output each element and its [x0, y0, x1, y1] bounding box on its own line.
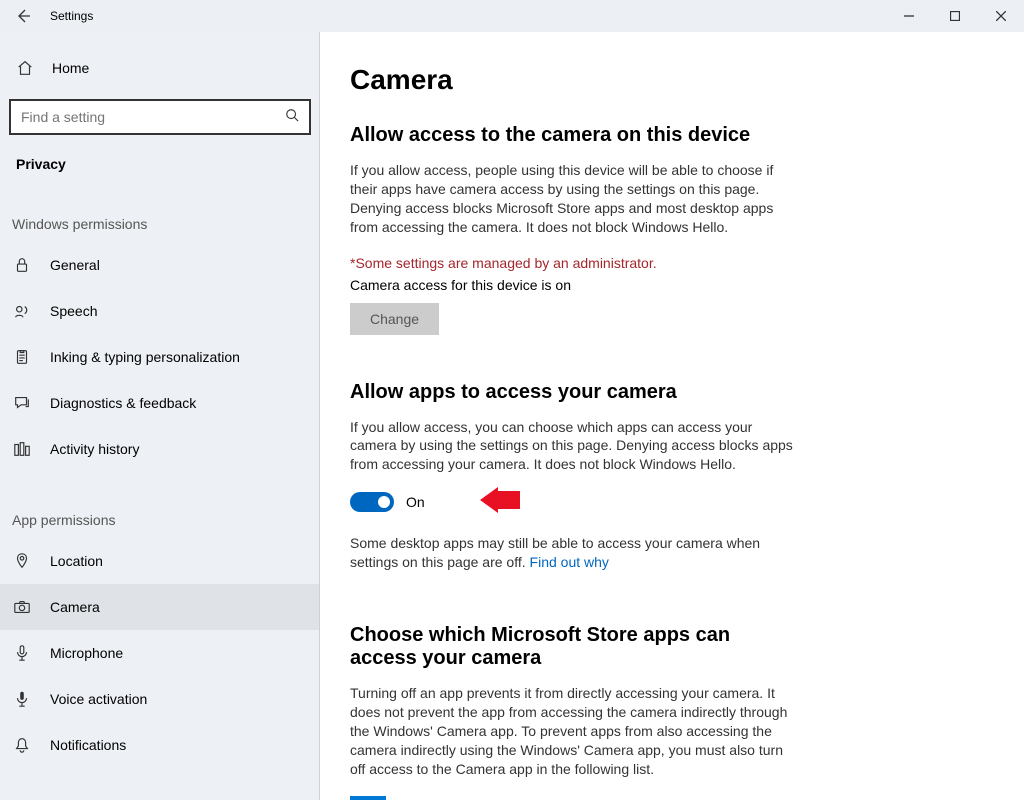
nav-speech[interactable]: Speech: [0, 288, 320, 334]
group-windows-permissions: Windows permissions: [0, 176, 320, 242]
maximize-button[interactable]: [932, 0, 978, 32]
speech-icon: [12, 301, 32, 321]
close-button[interactable]: [978, 0, 1024, 32]
history-icon: [12, 439, 32, 459]
section-store-apps-desc: Turning off an app prevents it from dire…: [350, 684, 800, 778]
nav-inking[interactable]: Inking & typing personalization: [0, 334, 320, 380]
microphone-icon: [12, 643, 32, 663]
search-input[interactable]: [21, 109, 271, 125]
voice-icon: [12, 689, 32, 709]
lock-icon: [12, 255, 32, 275]
camera-icon: [12, 597, 32, 617]
app-row-3d-viewer: 3D Viewer Off: [350, 796, 994, 800]
search-box[interactable]: [10, 100, 310, 134]
nav-label: Speech: [50, 303, 97, 319]
titlebar: Settings: [0, 0, 1024, 32]
window-title: Settings: [46, 9, 93, 23]
nav-diagnostics[interactable]: Diagnostics & feedback: [0, 380, 320, 426]
back-button[interactable]: [0, 0, 46, 32]
nav-label: General: [50, 257, 100, 273]
nav-label: Voice activation: [50, 691, 147, 707]
device-status: Camera access for this device is on: [350, 277, 994, 293]
clipboard-icon: [12, 347, 32, 367]
nav-label: Location: [50, 553, 103, 569]
section-store-apps-title: Choose which Microsoft Store apps can ac…: [350, 624, 780, 670]
desktop-apps-note: Some desktop apps may still be able to a…: [350, 534, 800, 572]
minimize-button[interactable]: [886, 0, 932, 32]
content: Camera Allow access to the camera on thi…: [320, 32, 1024, 800]
nav-location[interactable]: Location: [0, 538, 320, 584]
nav-label: Camera: [50, 599, 100, 615]
feedback-icon: [12, 393, 32, 413]
nav-home[interactable]: Home: [0, 46, 320, 90]
nav-label: Microphone: [50, 645, 123, 661]
nav-notifications[interactable]: Notifications: [0, 722, 320, 768]
nav-label: Notifications: [50, 737, 126, 753]
location-icon: [12, 551, 32, 571]
section-apps-access-desc: If you allow access, you can choose whic…: [350, 418, 800, 475]
arrow-annotation-icon: [480, 487, 520, 518]
nav-activity[interactable]: Activity history: [0, 426, 320, 472]
app-icon-3d-viewer: [350, 796, 386, 800]
nav-label: Activity history: [50, 441, 139, 457]
group-app-permissions: App permissions: [0, 472, 320, 538]
find-out-why-link[interactable]: Find out why: [530, 554, 609, 570]
change-button[interactable]: Change: [350, 303, 439, 335]
nav-label: Diagnostics & feedback: [50, 395, 196, 411]
nav-home-label: Home: [52, 60, 89, 76]
nav-general[interactable]: General: [0, 242, 320, 288]
section-apps-access-title: Allow apps to access your camera: [350, 381, 994, 404]
category-label: Privacy: [0, 134, 320, 176]
nav-label: Inking & typing personalization: [50, 349, 240, 365]
admin-note: *Some settings are managed by an adminis…: [350, 255, 994, 271]
bell-icon: [12, 735, 32, 755]
toggle-label: On: [406, 494, 425, 510]
nav-microphone[interactable]: Microphone: [0, 630, 320, 676]
section-device-access-title: Allow access to the camera on this devic…: [350, 124, 994, 147]
home-icon: [16, 59, 36, 77]
section-device-access-desc: If you allow access, people using this d…: [350, 161, 800, 237]
nav-voice-activation[interactable]: Voice activation: [0, 676, 320, 722]
nav-camera[interactable]: Camera: [0, 584, 320, 630]
sidebar: Home Privacy Windows permissions General…: [0, 32, 320, 800]
apps-access-toggle[interactable]: [350, 492, 394, 512]
search-icon: [285, 108, 299, 127]
page-title: Camera: [350, 64, 994, 96]
